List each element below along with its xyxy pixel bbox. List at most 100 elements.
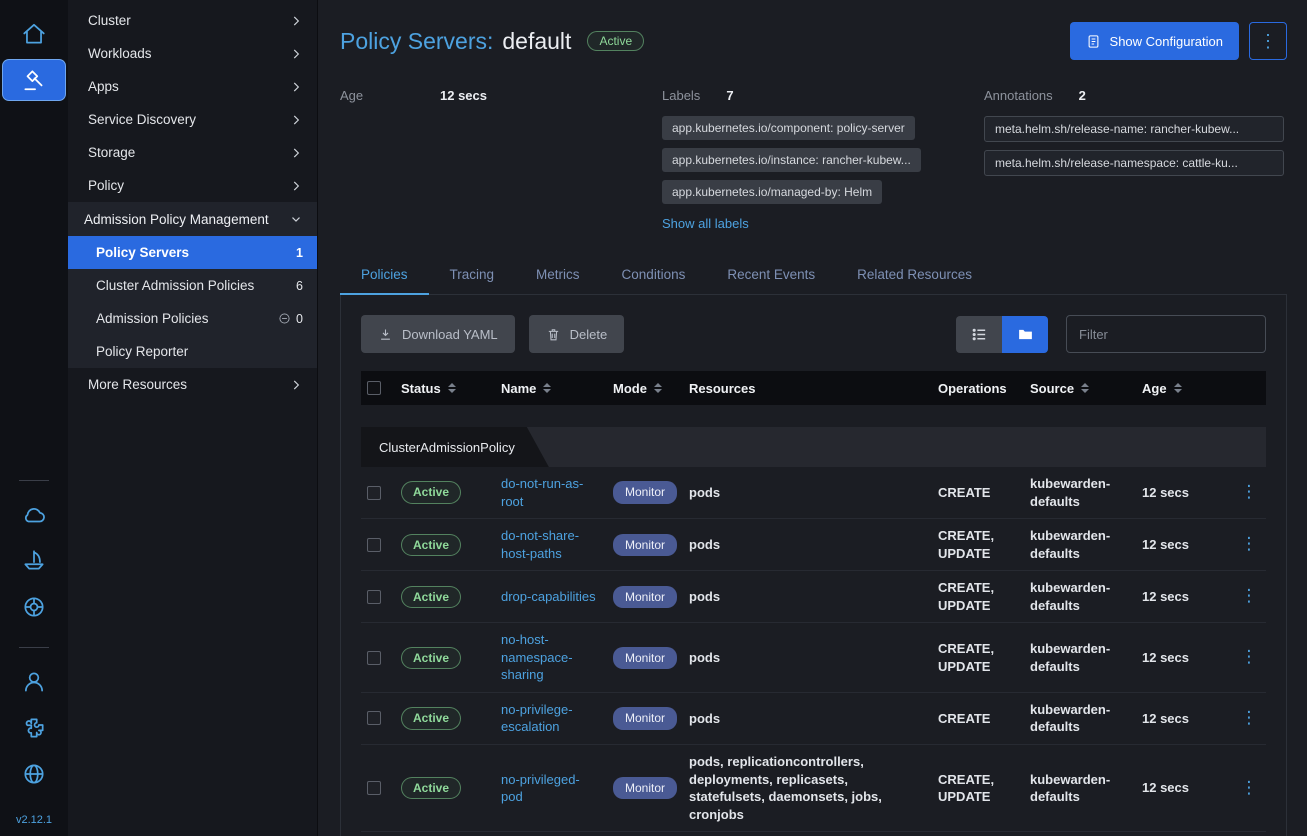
row-actions-kebab[interactable]: ⋮ — [1241, 481, 1258, 504]
age-cell: 12 secs — [1136, 745, 1232, 832]
age-label: Age — [340, 88, 440, 103]
tab-conditions[interactable]: Conditions — [601, 257, 707, 295]
header-actions-kebab[interactable]: ⋮ — [1249, 22, 1287, 60]
sidebar-group-header[interactable]: Admission Policy Management — [68, 202, 317, 236]
label-chip: app.kubernetes.io/instance: rancher-kube… — [662, 148, 921, 172]
operations-value: CREATE — [938, 710, 990, 728]
kubewarden-icon[interactable] — [3, 60, 65, 100]
column-header-age[interactable]: Age — [1136, 371, 1232, 405]
row-checkbox[interactable] — [367, 538, 381, 552]
sidebar-item-service-discovery[interactable]: Service Discovery — [68, 103, 317, 136]
tab-tracing[interactable]: Tracing — [429, 257, 516, 295]
row-checkbox[interactable] — [367, 486, 381, 500]
mode-pill: Monitor — [613, 707, 677, 729]
age-cell: 12 secs — [1136, 467, 1232, 519]
show-all-labels-link[interactable]: Show all labels — [662, 216, 749, 231]
sidebar-item-workloads[interactable]: Workloads — [68, 37, 317, 70]
download-yaml-button[interactable]: Download YAML — [361, 315, 515, 353]
row-checkbox[interactable] — [367, 711, 381, 725]
sidebar-subitem-label: Policy Servers — [96, 245, 296, 260]
home-icon[interactable] — [14, 14, 54, 54]
sidebar-item-apps[interactable]: Apps — [68, 70, 317, 103]
sidebar-subitem-admission-policies[interactable]: Admission Policies 0 — [68, 302, 317, 335]
tab-related-resources[interactable]: Related Resources — [836, 257, 993, 295]
row-actions-kebab[interactable]: ⋮ — [1241, 533, 1258, 556]
age-value: 12 secs — [1142, 779, 1189, 797]
row-checkbox-cell — [361, 467, 395, 519]
table-toolbar: Download YAML Delete — [361, 315, 1266, 353]
sidebar-item-cluster[interactable]: Cluster — [68, 4, 317, 37]
sidebar-item-more-resources[interactable]: More Resources — [68, 368, 317, 401]
sidebar-subitem-policy-reporter[interactable]: Policy Reporter — [68, 335, 317, 368]
filter-input[interactable] — [1066, 315, 1266, 353]
annotations-section: Annotations 2 meta.helm.sh/release-name:… — [984, 88, 1287, 176]
chevron-right-icon — [289, 146, 303, 160]
column-header-status[interactable]: Status — [395, 371, 495, 405]
column-header-name[interactable]: Name — [495, 371, 607, 405]
list-view-button[interactable] — [956, 316, 1002, 353]
sidebar-item-label: Apps — [88, 79, 289, 94]
source-cell: kubewarden-defaults — [1024, 467, 1136, 519]
column-header-mode[interactable]: Mode — [607, 371, 683, 405]
mode-pill: Monitor — [613, 777, 677, 799]
sidebar-item-label: Cluster — [88, 13, 289, 28]
row-actions-cell: ⋮ — [1232, 467, 1266, 519]
sidebar-item-label: Storage — [88, 145, 289, 160]
version-label: v2.12.1 — [16, 814, 52, 826]
select-all-checkbox[interactable] — [367, 381, 381, 395]
row-actions-kebab[interactable]: ⋮ — [1241, 777, 1258, 800]
sidebar-item-label: Policy — [88, 178, 289, 193]
grouped-view-button[interactable] — [1002, 316, 1048, 353]
sidebar-subitem-label: Policy Reporter — [96, 344, 303, 359]
mode-cell: Monitor — [607, 623, 683, 693]
policy-name-link[interactable]: drop-capabilities — [501, 588, 596, 606]
row-actions-kebab[interactable]: ⋮ — [1241, 646, 1258, 669]
sidebar-item-label: More Resources — [88, 377, 289, 392]
globe-icon[interactable] — [14, 754, 54, 794]
policy-name-link[interactable]: no-privilege-escalation — [501, 701, 601, 736]
cluster-manager-icon[interactable] — [14, 587, 54, 627]
source-value: kubewarden-defaults — [1030, 579, 1130, 614]
delete-button[interactable]: Delete — [529, 315, 625, 353]
row-actions-kebab[interactable]: ⋮ — [1241, 585, 1258, 608]
row-checkbox[interactable] — [367, 651, 381, 665]
policy-name-link[interactable]: do-not-share-host-paths — [501, 527, 601, 562]
page-title-name: default — [502, 28, 571, 55]
sidebar-subitem-cluster-admission-policies[interactable]: Cluster Admission Policies 6 — [68, 269, 317, 302]
tab-metrics[interactable]: Metrics — [515, 257, 601, 295]
show-configuration-button[interactable]: Show Configuration — [1070, 22, 1239, 60]
source-cell: kubewarden-defaults — [1024, 693, 1136, 745]
extensions-icon[interactable] — [14, 708, 54, 748]
policy-name-link[interactable]: do-not-run-as-root — [501, 475, 601, 510]
resource-details: Age 12 secs Labels 7 app.kubernetes.io/c… — [340, 88, 1287, 231]
sidebar-subitem-policy-servers[interactable]: Policy Servers 1 — [68, 236, 317, 269]
row-checkbox[interactable] — [367, 590, 381, 604]
tab-policies[interactable]: Policies — [340, 257, 429, 295]
fleet-icon[interactable] — [14, 541, 54, 581]
operations-cell: CREATE — [932, 693, 1024, 745]
row-checkbox[interactable] — [367, 781, 381, 795]
mode-pill: Monitor — [613, 586, 677, 608]
tab-bar: PoliciesTracingMetricsConditionsRecent E… — [340, 257, 1287, 295]
row-actions-cell: ⋮ — [1232, 519, 1266, 571]
labels-section: Labels 7 app.kubernetes.io/component: po… — [662, 88, 984, 231]
operations-value: CREATE, UPDATE — [938, 771, 1018, 806]
user-icon[interactable] — [14, 662, 54, 702]
sidebar-item-storage[interactable]: Storage — [68, 136, 317, 169]
policy-name-link[interactable]: no-privileged-pod — [501, 771, 601, 806]
sidebar-subitem-count: 6 — [296, 279, 303, 293]
cloud-icon[interactable] — [14, 495, 54, 535]
operations-value: CREATE — [938, 484, 990, 502]
tab-recent-events[interactable]: Recent Events — [706, 257, 836, 295]
sidebar-item-label: Service Discovery — [88, 112, 289, 127]
mode-pill: Monitor — [613, 534, 677, 556]
operations-value: CREATE, UPDATE — [938, 527, 1018, 562]
policy-name-link[interactable]: no-host-namespace-sharing — [501, 631, 601, 684]
row-actions-cell: ⋮ — [1232, 693, 1266, 745]
sidebar-item-policy[interactable]: Policy — [68, 169, 317, 202]
mode-pill: Monitor — [613, 647, 677, 669]
rail-divider — [19, 480, 49, 481]
mode-cell: Monitor — [607, 571, 683, 623]
column-header-source[interactable]: Source — [1024, 371, 1136, 405]
row-actions-kebab[interactable]: ⋮ — [1241, 707, 1258, 730]
